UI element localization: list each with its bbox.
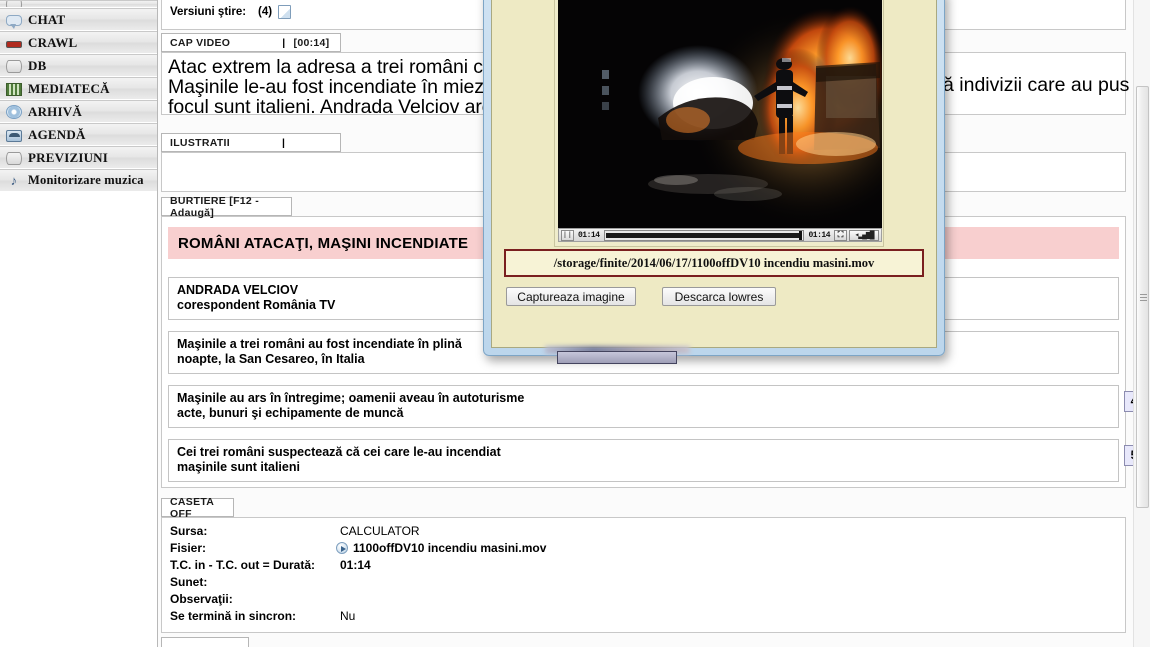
film-strip-icon [6,82,22,96]
caseta-key: Se termină in sincron: [170,609,297,623]
sidebar-item-label: Monitorizare muzica [28,173,144,187]
main-vertical-scrollbar[interactable] [1133,0,1150,647]
cap-video-title: CAP VIDEO [170,36,231,49]
sidebar-item-label: PREVIZIUNI [28,149,109,165]
versiuni-label: Versiuni ştire: [170,6,247,18]
caseta-key: T.C. in - T.C. out = Durată: [170,558,316,572]
document-icon[interactable] [278,5,292,19]
telephone-icon [6,129,22,142]
crawl-bar-icon [6,41,22,48]
sidebar-item-crawl[interactable]: CRAWL [0,31,157,54]
sidebar-item-label: DB [28,57,47,73]
sidebar-item-monitorizare-muzica[interactable]: ♪ Monitorizare muzica [0,169,157,192]
sidebar-item-label: CHAT [28,11,66,27]
sidebar-item-label: AGENDĂ [28,126,86,142]
download-lowres-label: Descarca lowres [674,289,764,304]
caseta-row: T.C. in - T.C. out = Durată: 01:14 [162,557,1125,574]
dialog-body: ❘❘ 01:14 01:14 ⛶ ◂▂▄▆█ /storage/finite/2… [491,0,937,348]
play-icon[interactable] [336,542,348,554]
seek-fill [605,232,799,238]
chat-bubble-icon [6,15,22,29]
caseta-off-label: CASETA OFF [161,495,234,520]
pause-icon[interactable]: ❘❘ [561,229,574,241]
burtiere-item-line-1: Cei trei români suspectează că cei care … [177,445,501,459]
caseta-key: Observaţii: [170,592,233,606]
capture-image-button[interactable]: Captureaza imagine [506,287,636,306]
sidebar-item-mediateca[interactable]: MEDIATECĂ [0,77,157,100]
cap-video-timecode: [00:14] [293,36,330,49]
caseta-key: Sunet: [170,575,208,589]
burtiere-item-box[interactable]: Cei trei români suspectează că cei care … [168,439,1119,482]
cap-video-line-2-tail: ă indivizii care au pus [943,74,1130,96]
sidebar-item-label: CRAWL [28,34,78,50]
scrollbar-grip-icon [1140,294,1147,301]
caseta-key: Sursa: [170,524,208,538]
download-lowres-button[interactable]: Descarca lowres [662,287,776,306]
app-window: CHAT CRAWL DB MEDIATECĂ ARHIVĂ AGENDĂ PR… [0,0,1150,647]
taskbar-window-button[interactable] [557,351,677,364]
burtiere-item-line-2: acte, bunuri şi echipamente de muncă [177,406,404,420]
caseta-key: Fisier: [170,541,207,555]
caseta-row: Observaţii: [162,591,1125,608]
sidebar-item-chat[interactable]: CHAT [0,8,157,31]
seek-knob[interactable] [799,230,803,240]
burtiere-item-box[interactable]: Maşinile au ars în întregime; oamenii av… [168,385,1119,428]
clipped-icon [6,1,22,7]
video-controls[interactable]: ❘❘ 01:14 01:14 ⛶ ◂▂▄▆█ [558,228,882,242]
video-total-time: 01:14 [808,230,830,240]
caseta-value: 1100offDV10 incendiu masini.mov [353,541,547,555]
disc-icon [6,105,22,119]
sidebar-item-db[interactable]: DB [0,54,157,77]
music-note-icon: ♪ [10,173,18,188]
burtiere-list-item[interactable]: Cei trei români suspectează că cei care … [168,439,1150,482]
scrollbar-thumb[interactable] [1136,86,1149,508]
burtiere-label: BURTIERE [F12 - Adaugă] [161,194,292,219]
sidebar-item-agenda[interactable]: AGENDĂ [0,123,157,146]
fullscreen-icon[interactable]: ⛶ [834,229,847,241]
burtiere-list-item[interactable]: Maşinile au ars în întregime; oamenii av… [168,385,1150,428]
video-player[interactable]: ❘❘ 01:14 01:14 ⛶ ◂▂▄▆█ [554,0,884,247]
caseta-row: Se termină in sincron: Nu [162,608,1125,625]
video-frame[interactable] [558,0,882,228]
sidebar-item-clipped[interactable] [0,0,157,8]
ilustratii-label: ILUSTRATII | [161,133,341,152]
sidebar: CHAT CRAWL DB MEDIATECĂ ARHIVĂ AGENDĂ PR… [0,0,158,647]
bottom-strip-label [161,637,249,647]
file-path-field[interactable]: /storage/finite/2014/06/17/1100offDV10 i… [504,249,924,277]
video-preview-dialog[interactable]: ❘❘ 01:14 01:14 ⛶ ◂▂▄▆█ /storage/finite/2… [483,0,945,356]
sidebar-item-label: ARHIVĂ [28,103,82,119]
volume-icon[interactable]: ◂▂▄▆█ [849,229,879,241]
caseta-value: 01:14 [340,558,371,572]
caseta-value: CALCULATOR [340,524,420,538]
caseta-row: Fisier: 1100offDV10 incendiu masini.mov [162,540,1125,557]
versiuni-value: (4) [258,6,273,18]
sidebar-item-previziuni[interactable]: PREVIZIUNI [0,146,157,169]
sidebar-item-arhiva[interactable]: ARHIVĂ [0,100,157,123]
sidebar-item-label: MEDIATECĂ [28,80,110,96]
database-icon [6,151,22,165]
video-still-image [558,0,882,228]
caseta-row: Sursa: CALCULATOR [162,523,1125,540]
database-icon [6,59,22,73]
caseta-row: Sunet: [162,574,1125,591]
caseta-off-panel: Sursa: CALCULATOR Fisier: 1100offDV10 in… [161,517,1126,633]
capture-image-label: Captureaza imagine [517,289,625,304]
cap-video-label: CAP VIDEO | [00:14] [161,33,341,52]
burtiere-title-label: BURTIERE [F12 - Adaugă] [170,194,260,219]
caseta-value: Nu [340,609,356,623]
ilustratii-separator: | [281,136,286,149]
file-path-text: /storage/finite/2014/06/17/1100offDV10 i… [553,255,875,270]
burtiere-item-line-2: maşinile sunt italieni [177,460,300,474]
video-seek-slider[interactable] [603,229,805,241]
video-current-time: 01:14 [578,230,600,240]
cap-video-separator: | [282,36,286,49]
burtiere-item-line-1: Maşinile au ars în întregime; oamenii av… [177,391,525,405]
caseta-off-title: CASETA OFF [170,495,214,520]
ilustratii-title: ILUSTRATII [170,136,230,149]
